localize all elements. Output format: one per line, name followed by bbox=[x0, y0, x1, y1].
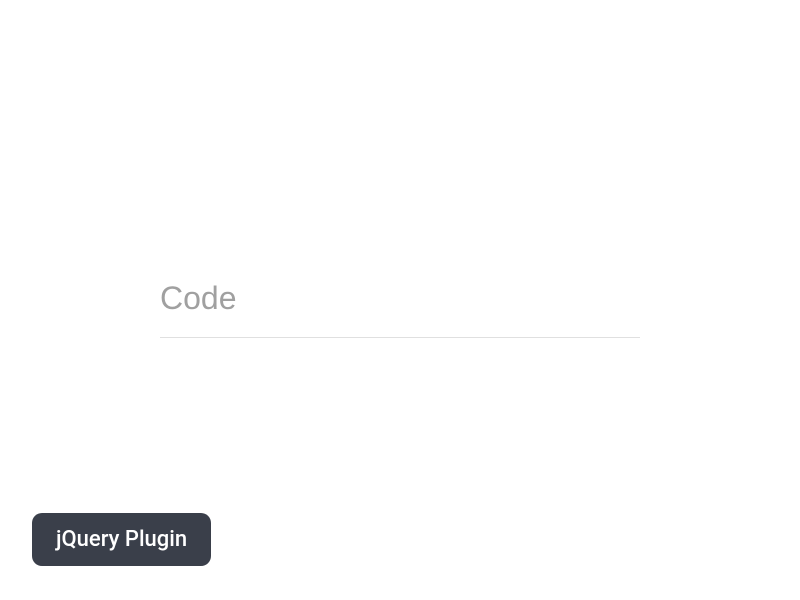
input-container bbox=[160, 270, 640, 338]
code-input[interactable] bbox=[160, 270, 640, 338]
jquery-plugin-button[interactable]: jQuery Plugin bbox=[32, 513, 211, 566]
